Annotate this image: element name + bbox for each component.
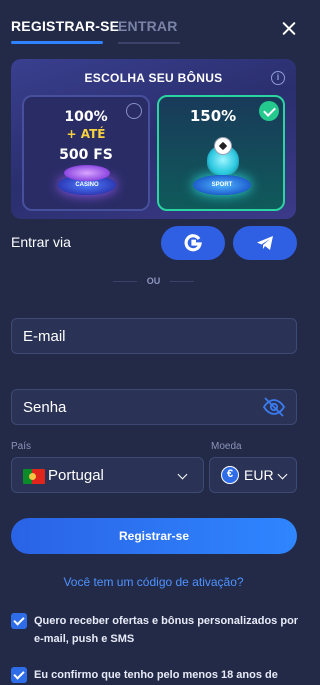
telegram-icon (257, 236, 273, 250)
telegram-login-button[interactable] (233, 226, 297, 260)
password-input[interactable] (11, 389, 297, 425)
tab-register[interactable]: REGISTRAR-SE (11, 18, 119, 34)
country-value: Portugal (48, 467, 104, 484)
activation-code-link[interactable]: Você tem um código de ativação? (0, 575, 307, 589)
inactive-tab-indicator (118, 42, 180, 44)
bonus-title: ESCOLHA SEU BÔNUS (84, 71, 223, 85)
or-divider: OU (0, 275, 307, 287)
soccer-ball-icon (214, 137, 232, 155)
chevron-down-icon (177, 469, 188, 480)
close-icon[interactable] (279, 19, 299, 39)
active-tab-indicator (11, 41, 103, 44)
bonus-card-casino[interactable]: 100% + ATÉ 500 FS CASINO (22, 95, 150, 211)
eye-off-icon[interactable] (262, 395, 286, 419)
bonus-card-sport[interactable]: 150% SPORT (157, 95, 285, 211)
google-login-button[interactable] (161, 226, 225, 260)
auth-tabs: REGISTRAR-SE ENTRAR (11, 14, 296, 44)
register-button[interactable]: Registrar-se (11, 518, 297, 554)
divider-line (170, 281, 194, 282)
casino-bonus-freespins: 500 FS (59, 147, 113, 163)
info-icon[interactable]: i (271, 71, 285, 85)
chevron-down-icon (277, 469, 288, 480)
age-confirm-checkbox[interactable] (11, 667, 27, 683)
offers-checkbox-label: Quero receber ofertas e bônus personaliz… (34, 615, 299, 645)
euro-icon: € (221, 466, 239, 484)
casino-bonus-percent: 100% (64, 109, 108, 125)
sport-pedestal-label: SPORT (211, 182, 233, 188)
offers-checkbox[interactable] (11, 613, 27, 629)
sport-bonus-percent: 150% (189, 107, 237, 125)
currency-label: Moeda (211, 441, 242, 452)
tab-login[interactable]: ENTRAR (118, 18, 178, 34)
bonus-selector: ESCOLHA SEU BÔNUS i 100% + ATÉ 500 FS CA… (11, 59, 296, 219)
country-label: País (11, 441, 32, 452)
currency-value: EUR (244, 467, 274, 483)
email-input[interactable] (11, 318, 297, 354)
casino-glow-icon (64, 165, 110, 181)
login-via-label: Entrar via (11, 234, 71, 250)
age-confirm-checkbox-label: Eu confirmo que tenho pelo menos 18 anos… (34, 669, 278, 681)
google-icon (184, 234, 202, 252)
portugal-flag-icon (23, 469, 45, 484)
casino-pedestal-label: CASINO (75, 182, 99, 188)
country-select[interactable]: Portugal (11, 457, 204, 493)
or-label: OU (146, 276, 161, 286)
casino-bonus-upto: + ATÉ (66, 127, 106, 141)
sport-pedestal-icon: SPORT (193, 175, 251, 195)
currency-select[interactable]: € EUR (209, 457, 297, 493)
